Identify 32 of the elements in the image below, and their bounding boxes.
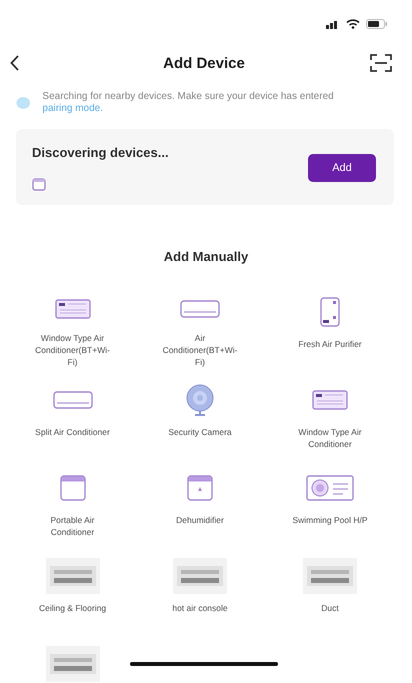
search-notice: Searching for nearby devices. Make sure your device has entered pairing mode. [42,91,335,115]
window-air-conditioner-icon[interactable] [312,390,348,410]
window-icon [32,178,46,191]
battery-icon [366,19,388,29]
device-label[interactable]: Window Type Air Conditioner [288,426,372,450]
portable-air-conditioner-icon[interactable] [60,475,86,501]
window-air-conditioner-icon[interactable] [54,299,90,319]
dehumidifier-icon[interactable] [187,475,213,501]
device-label[interactable]: Window Type Air Conditioner(BT+Wi-Fi) [30,332,114,368]
split-air-conditioner-icon[interactable] [180,300,220,318]
wifi-icon [346,19,360,29]
discovery-title: Discovering devices... [32,145,169,160]
back-icon[interactable] [10,55,20,71]
device-label[interactable]: Duct [288,602,372,614]
pool-heat-pump-icon[interactable] [306,475,354,501]
device-label[interactable]: Swimming Pool H/P [288,514,372,526]
device-label[interactable]: hot air console [158,602,242,614]
add-button[interactable]: Add [308,154,376,182]
purifier-icon[interactable] [320,297,340,327]
page-title: Add Device [163,54,245,72]
device-label[interactable]: Fresh Air Purifier [288,338,372,350]
section-title: Add Manually [162,249,250,264]
device-label[interactable]: Portable Air Conditioner [30,514,114,538]
radar-icon [16,96,30,110]
device-label[interactable]: Dehumidifier [158,514,242,526]
split-air-conditioner-icon[interactable] [52,391,92,409]
signal-icon [326,19,340,29]
device-label[interactable]: Security Camera [158,426,242,438]
device-label[interactable]: Air Conditioner(BT+Wi-Fi) [158,332,242,368]
device-label[interactable]: Ceiling & Flooring [30,602,114,614]
device-label[interactable]: Split Air Conditioner [30,426,114,438]
scan-icon[interactable] [370,54,392,72]
